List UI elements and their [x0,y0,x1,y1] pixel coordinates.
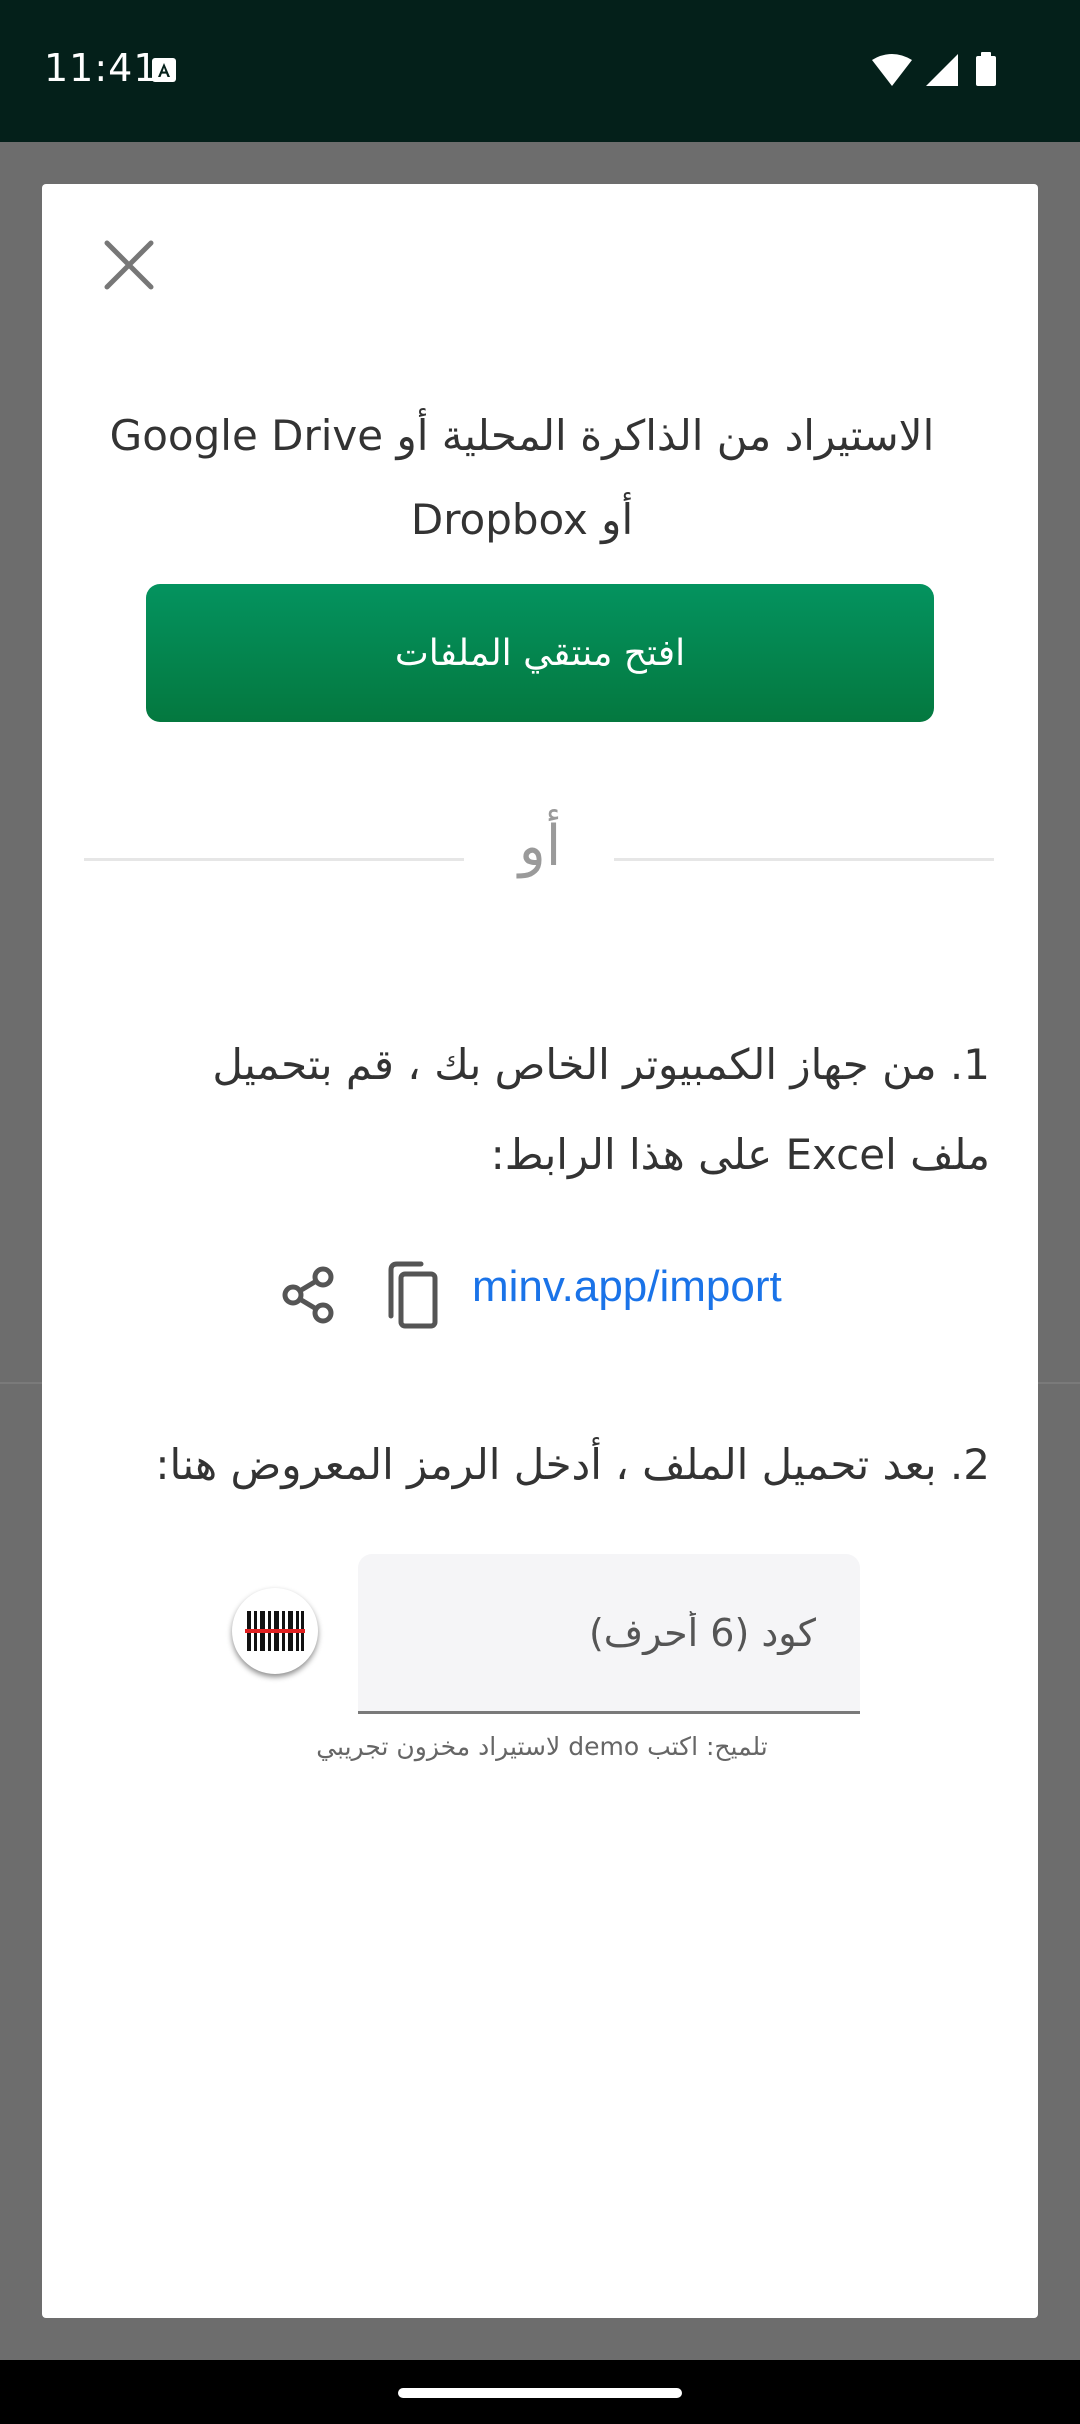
home-gesture-handle[interactable] [398,2388,682,2398]
code-input[interactable] [358,1554,860,1711]
navigation-bar [0,2360,1080,2424]
copy-link-button[interactable] [376,1256,446,1334]
wifi-icon [872,54,912,86]
close-button[interactable] [96,232,162,298]
divider-line-left [84,858,464,861]
import-link[interactable]: minv.app/import [472,1262,782,1312]
barcode-scan-button[interactable] [232,1588,318,1674]
signal-icon [926,54,958,86]
copy-icon [388,1261,438,1329]
divider-or-label: أو [518,814,562,879]
divider-line-right [614,858,994,861]
barcode-scanner-icon [245,1611,305,1651]
status-icons [870,52,1040,88]
status-bar: 11:41 [0,0,1080,142]
code-input-field[interactable] [358,1554,860,1714]
status-time: 11:41 [44,46,159,90]
import-title: الاستيراد من الذاكرة المحلية أو Google D… [109,411,935,544]
demo-hint: تلميح: اكتب demo لاستيراد مخزون تجريبي [316,1732,768,1761]
import-link-row: minv.app/import [272,1252,872,1338]
share-button[interactable] [272,1258,346,1332]
step2-instruction: 2. بعد تحميل الملف ، أدخل الرمز المعروض … [155,1440,990,1489]
close-icon [104,240,154,290]
open-file-picker-button[interactable]: افتح منتقي الملفات [146,584,934,722]
notification-a-icon [152,58,176,82]
import-dialog: الاستيراد من الذاكرة المحلية أو Google D… [42,184,1038,2318]
step1-instruction: 1. من جهاز الكمبيوتر الخاص بك ، قم بتحمي… [212,1040,990,1179]
battery-icon [976,52,996,86]
share-icon [282,1266,334,1324]
